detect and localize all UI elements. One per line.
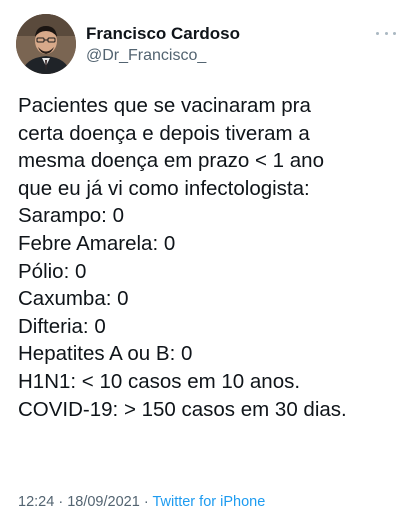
tweet-line: Pólio: 0 bbox=[18, 259, 87, 283]
tweet-line: H1N1: < 10 casos em 10 anos. bbox=[18, 369, 301, 393]
tweet-meta: 12:24 · 18/09/2021 · Twitter for iPhone bbox=[18, 494, 265, 510]
meta-separator: · bbox=[143, 494, 149, 510]
meta-separator: · bbox=[58, 494, 64, 510]
tweet-line: Caxumba: 0 bbox=[18, 287, 129, 311]
avatar[interactable] bbox=[16, 14, 76, 74]
tweet-source-link[interactable]: Twitter for iPhone bbox=[152, 494, 265, 510]
user-handle[interactable]: @Dr_Francisco_ bbox=[86, 46, 240, 66]
person-avatar-icon bbox=[16, 14, 76, 74]
tweet-header: Francisco Cardoso @Dr_Francisco_ bbox=[16, 14, 396, 76]
tweet-line: Difteria: 0 bbox=[18, 314, 106, 338]
tweet-time[interactable]: 12:24 bbox=[18, 494, 54, 510]
tweet-line: certa doença e depois tiveram a bbox=[18, 121, 310, 145]
ellipsis-dot bbox=[393, 31, 396, 35]
tweet-line: Pacientes que se vacinaram pra bbox=[18, 94, 311, 117]
display-name[interactable]: Francisco Cardoso bbox=[86, 24, 240, 44]
ellipsis-icon[interactable] bbox=[376, 28, 396, 38]
tweet-text: Pacientes que se vacinaram pra certa doe… bbox=[18, 92, 398, 423]
tweet-line: COVID-19: > 150 casos em 30 dias. bbox=[18, 397, 347, 421]
ellipsis-dot bbox=[384, 31, 388, 35]
tweet-line: que eu já vi como infectologista: bbox=[18, 176, 310, 200]
tweet-line: Febre Amarela: 0 bbox=[18, 231, 176, 255]
tweet-date[interactable]: 18/09/2021 bbox=[67, 494, 140, 510]
tweet-card: Francisco Cardoso @Dr_Francisco_ Pacient… bbox=[0, 0, 412, 520]
tweet-line: mesma doença em prazo < 1 ano bbox=[18, 149, 324, 173]
ellipsis-dot bbox=[376, 31, 379, 35]
author-info[interactable]: Francisco Cardoso @Dr_Francisco_ bbox=[86, 24, 240, 66]
tweet-line: Sarampo: 0 bbox=[18, 204, 124, 228]
tweet-line: Hepatites A ou B: 0 bbox=[18, 342, 193, 366]
